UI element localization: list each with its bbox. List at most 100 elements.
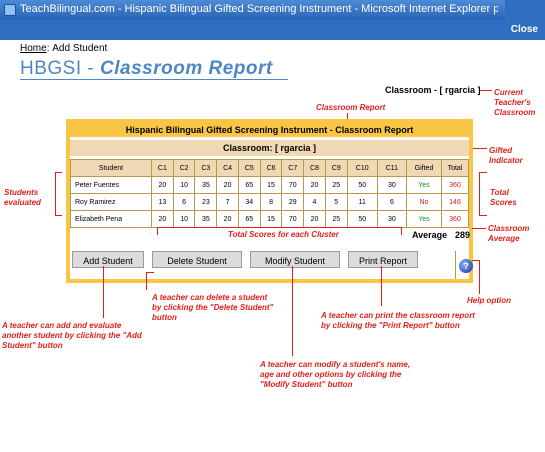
gifted-indicator: Yes: [406, 176, 442, 194]
column-header: Total: [441, 159, 469, 177]
annotation-delete-note: A teacher can delete a student by clicki…: [152, 293, 274, 322]
score-cell: 30: [376, 176, 408, 194]
add-student-button[interactable]: Add Student: [72, 251, 144, 268]
classroom-report-panel: Hispanic Bilingual Gifted Screening Inst…: [66, 119, 473, 283]
annotation-line: [479, 260, 480, 294]
annotation-line: [472, 228, 486, 229]
annotation-gifted-indicator: Gifted Indicator: [489, 146, 523, 165]
annotation-line: [55, 172, 62, 173]
score-cell: 15: [259, 176, 283, 194]
score-cell: 6: [376, 193, 408, 211]
annotation-print-note: A teacher can print the classroom report…: [321, 311, 475, 330]
classroom-label: Classroom - [ rgarcia ]: [385, 85, 481, 95]
student-name: Roy Ramirez: [70, 193, 152, 211]
title-divider: [20, 79, 288, 80]
annotation-line: [479, 172, 487, 173]
average-label: Average: [412, 230, 448, 240]
page-title-prefix: HBGSI -: [20, 58, 101, 79]
annotation-line: [146, 272, 154, 273]
annotation-cluster-totals: Total Scores for each Cluster: [225, 230, 342, 240]
score-cell: 20: [151, 176, 174, 194]
annotation-line: [381, 266, 382, 306]
column-header: C9: [324, 159, 348, 177]
annotation-line: [480, 90, 492, 91]
column-header: C4: [216, 159, 239, 177]
annotation-add-note: A teacher can add and evaluate another s…: [2, 321, 142, 350]
breadcrumb-current: Add Student: [52, 43, 108, 54]
column-header: C11: [376, 159, 408, 177]
score-cell: 29: [281, 193, 305, 211]
column-header: C2: [172, 159, 196, 177]
help-icon[interactable]: ?: [459, 259, 473, 273]
score-cell: 10: [172, 176, 196, 194]
score-cell: 6: [172, 193, 196, 211]
report-classroom-line: Classroom: [ rgarcia ]: [70, 140, 469, 156]
close-button[interactable]: Close: [505, 0, 545, 40]
print-report-button[interactable]: Print Report: [348, 251, 418, 268]
score-cell: 11: [346, 193, 378, 211]
annotation-modify-note: A teacher can modify a student's name, a…: [260, 360, 411, 389]
annotation-line: [157, 227, 158, 235]
annotation-line: [157, 227, 402, 228]
score-cell: 20: [303, 176, 326, 194]
annotation-total-scores: Total Scores: [490, 188, 517, 207]
annotation-line: [472, 260, 480, 261]
column-header: Student: [70, 159, 152, 177]
annotation-line: [292, 266, 293, 356]
annotation-line: [401, 227, 402, 235]
browser-icon: [4, 4, 16, 16]
breadcrumb: Home: Add Student: [20, 43, 107, 54]
column-header: C5: [237, 159, 261, 177]
page-title-emphasis: Classroom Report: [100, 58, 273, 79]
average-value: 289: [455, 230, 471, 240]
annotation-line: [103, 266, 104, 318]
breadcrumb-separator: :: [46, 43, 50, 54]
score-cell: 7: [216, 193, 239, 211]
gifted-indicator: No: [406, 193, 442, 211]
score-cell: 13: [151, 193, 174, 211]
modify-student-button[interactable]: Modify Student: [250, 251, 340, 268]
report-title: Hispanic Bilingual Gifted Screening Inst…: [70, 123, 469, 137]
column-header: C7: [281, 159, 305, 177]
column-header: C10: [346, 159, 378, 177]
score-cell: 35: [194, 176, 218, 194]
total-score: 146: [441, 193, 469, 211]
annotation-line: [479, 215, 487, 216]
annotation-help-option: Help option: [467, 296, 511, 305]
close-label: Close: [510, 24, 538, 35]
header-bar: [0, 20, 505, 40]
score-cell: 8: [259, 193, 283, 211]
annotation-line: [479, 172, 480, 216]
window-title: TeachBilingual.com - Hispanic Bilingual …: [20, 3, 498, 15]
column-header: C1: [151, 159, 174, 177]
total-score: 360: [441, 176, 469, 194]
score-cell: 20: [216, 176, 239, 194]
annotation-line: [55, 215, 62, 216]
score-cell: 25: [324, 176, 348, 194]
report-body: Hispanic Bilingual Gifted Screening Inst…: [70, 123, 473, 279]
score-cell: 70: [281, 176, 305, 194]
column-header: C8: [303, 159, 326, 177]
window-titlebar: TeachBilingual.com - Hispanic Bilingual …: [0, 0, 545, 20]
score-cell: 23: [194, 193, 218, 211]
breadcrumb-home-link[interactable]: Home: [20, 43, 47, 54]
column-header: C3: [194, 159, 218, 177]
score-cell: 34: [237, 193, 261, 211]
score-cell: 4: [303, 193, 326, 211]
annotation-classroom-average: Classroom Average: [488, 224, 530, 243]
score-cell: 65: [237, 176, 261, 194]
table-header-row: Student C1 C2 C3 C4 C5 C6 C7 C8 C9 C10 C…: [70, 159, 469, 177]
annotation-line: [146, 272, 147, 290]
annotation-line: [55, 172, 56, 216]
page-title: HBGSI - Classroom Report: [20, 58, 273, 80]
scores-table: Student C1 C2 C3 C4 C5 C6 C7 C8 C9 C10 C…: [70, 159, 469, 228]
column-header: C6: [259, 159, 283, 177]
score-cell: 50: [346, 176, 378, 194]
student-name: Peter Fuentes: [70, 176, 152, 194]
delete-student-button[interactable]: Delete Student: [152, 251, 242, 268]
column-header: Gifted: [406, 159, 442, 177]
annotation-classroom-report: Classroom Report: [316, 103, 386, 112]
annotation-students-evaluated: Students evaluated: [4, 188, 41, 207]
table-row: Peter Fuentes 20 10 35 20 65 15 70 20 25…: [70, 176, 469, 194]
annotation-current-teacher: Current Teacher's Classroom: [494, 88, 536, 117]
